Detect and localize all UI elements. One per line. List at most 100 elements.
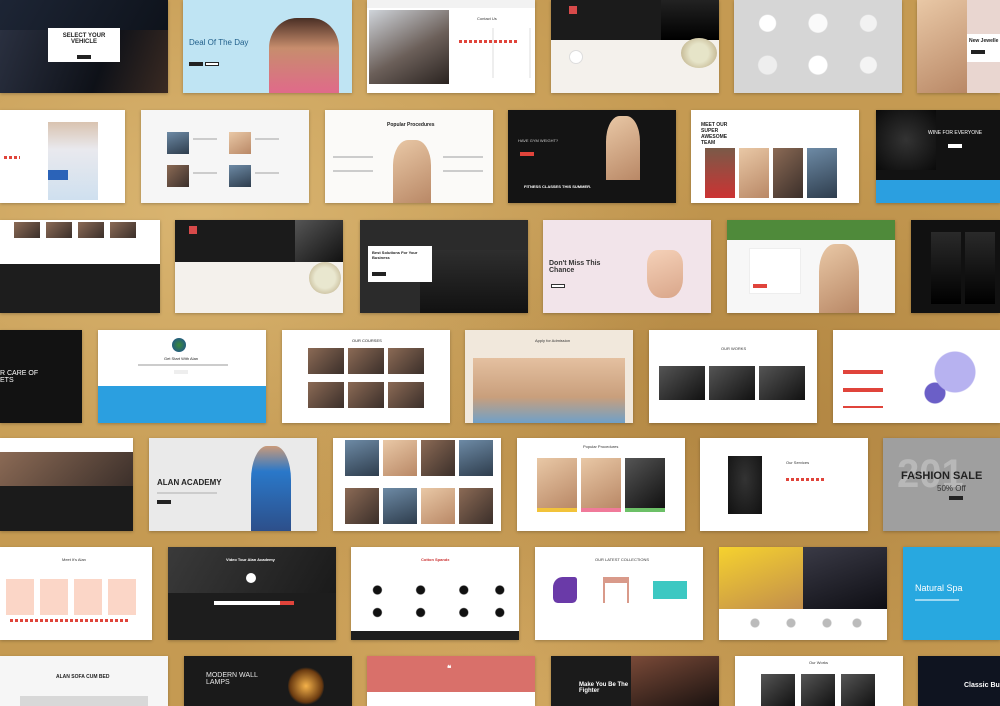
latest-title: OUR LATEST COLLECTIONS	[595, 557, 650, 562]
logo-red	[189, 226, 197, 234]
sofa-title: ALAN SOFA CUM BED	[56, 674, 110, 680]
business-title: Best Solutions For Your Business	[372, 250, 418, 260]
template-dark-bottles[interactable]	[911, 220, 1000, 313]
template-wall-lamps[interactable]: MODERN WALL LAMPS	[184, 656, 352, 706]
footer-strip	[351, 631, 519, 640]
template-team[interactable]: MEET OUR SUPER AWESOME TEAM	[691, 110, 859, 203]
spa-1	[537, 458, 577, 508]
blue-banner	[98, 386, 266, 423]
jewellery-button[interactable]	[971, 50, 985, 54]
works-title-2: Our Works	[809, 660, 829, 665]
template-spa-bowls[interactable]	[551, 0, 719, 93]
subscribe-button[interactable]	[280, 601, 294, 605]
procedures-title: Popular Procedures	[387, 122, 435, 128]
rings-row	[743, 613, 863, 633]
template-natural-spa[interactable]: Natural Spa	[903, 547, 1000, 640]
template-doctor[interactable]	[0, 110, 125, 203]
apply-title: Apply for Admission	[535, 338, 571, 343]
template-our-works-2[interactable]: Our Works	[735, 656, 903, 706]
line-4	[255, 172, 279, 174]
template-tennis[interactable]	[727, 220, 895, 313]
ottoman-teal	[653, 581, 687, 599]
template-deal-of-day[interactable]: Deal Of The Day	[183, 0, 352, 93]
template-jewelry-model[interactable]	[719, 547, 887, 640]
business-button[interactable]	[372, 272, 386, 276]
course-a	[308, 348, 344, 374]
template-illustration[interactable]	[833, 330, 1000, 423]
template-alan-academy[interactable]: ALAN ACADEMY	[149, 438, 317, 531]
template-procedures-spa[interactable]: Popular Procedures	[517, 438, 685, 531]
template-classic[interactable]: Classic Bu	[918, 656, 1000, 706]
course-2	[46, 222, 72, 238]
leaf-image	[876, 110, 936, 170]
img-5	[345, 488, 379, 524]
template-quote[interactable]: ❝	[367, 656, 535, 706]
academy-button[interactable]	[157, 500, 171, 504]
template-fashion-sale[interactable]: 201 FASHION SALE 50% Off	[883, 438, 1000, 531]
work-2	[709, 366, 755, 400]
dog-image	[728, 456, 762, 514]
work-c	[841, 674, 875, 706]
cups-image	[420, 250, 528, 313]
template-footer-dark[interactable]	[0, 438, 133, 531]
template-dog-services[interactable]: Our Services	[700, 438, 868, 531]
template-business[interactable]: Best Solutions For Your Business	[360, 220, 528, 313]
template-get-started[interactable]: Get Start With Alan	[98, 330, 266, 423]
template-admission[interactable]: Apply for Admission	[465, 330, 633, 423]
fashion-button[interactable]	[949, 496, 963, 500]
template-donuts[interactable]	[734, 0, 902, 93]
template-fitness[interactable]: HAVE GYM WEIGHT? FITNESS CLASSES THIS SU…	[508, 110, 676, 203]
line-2	[255, 138, 279, 140]
course-c	[388, 348, 424, 374]
video-bg	[168, 547, 336, 593]
vehicle-button[interactable]	[77, 55, 91, 59]
jewellery-title: New Jewelle	[969, 38, 999, 44]
template-our-works[interactable]: OUR WORKS	[649, 330, 817, 423]
start-button[interactable]	[174, 370, 188, 374]
img-4	[459, 440, 493, 476]
woman-face	[393, 140, 431, 203]
team-1	[705, 148, 735, 198]
social	[10, 619, 130, 622]
template-our-courses[interactable]: OUR COURSES	[282, 330, 450, 423]
template-procedures[interactable]: Popular Procedures	[325, 110, 493, 203]
template-bag-sale[interactable]: Don't Miss This Chance	[543, 220, 711, 313]
join-button[interactable]	[520, 152, 534, 156]
member-3	[167, 165, 189, 187]
left-item-1	[333, 156, 373, 158]
chair-purple	[553, 577, 577, 603]
play-button[interactable]	[246, 573, 256, 583]
template-pet-care[interactable]: R CARE OF ETS	[0, 330, 82, 423]
template-team-grid[interactable]	[141, 110, 309, 203]
shop-button[interactable]	[189, 62, 203, 66]
template-meet-team[interactable]: Meet It's Alan	[0, 547, 152, 640]
template-car-vehicle[interactable]: SELECT YOUR VEHICLE	[0, 0, 168, 93]
spa-2	[581, 458, 621, 508]
template-cotton-spandx[interactable]: Cotton Spandx	[351, 547, 519, 640]
tux-man-image	[661, 0, 719, 40]
template-spa-tux[interactable]	[175, 220, 343, 313]
template-wine[interactable]: WINE FOR EVERYONE	[876, 110, 1000, 203]
fitness-tag: HAVE GYM WEIGHT?	[518, 138, 559, 143]
template-construction[interactable]	[333, 438, 501, 531]
globe-logo	[172, 338, 186, 352]
course-d	[308, 382, 344, 408]
template-contact-us[interactable]: Contact Us	[367, 0, 535, 93]
template-video-tour[interactable]: Video Tour Alan Academy	[168, 547, 336, 640]
line-1	[193, 138, 217, 140]
template-jewellery[interactable]: New Jewelle	[917, 0, 1000, 93]
services-title: Our Services	[786, 460, 810, 465]
quote-banner	[367, 656, 535, 692]
template-fighter[interactable]: Make You Be The Fighter	[551, 656, 719, 706]
template-courses-dark[interactable]	[0, 220, 160, 313]
shop-button[interactable]	[551, 284, 565, 288]
kids-image	[473, 358, 625, 423]
sub-line	[138, 364, 228, 366]
wine-button[interactable]	[948, 144, 962, 148]
template-sofa[interactable]: ALAN SOFA CUM BED	[0, 656, 168, 706]
team-4	[807, 148, 837, 198]
template-latest-collections[interactable]: OUR LATEST COLLECTIONS	[535, 547, 703, 640]
view-button[interactable]	[205, 62, 219, 66]
care-title: R CARE OF ETS	[0, 370, 39, 384]
form-button[interactable]	[753, 284, 767, 288]
